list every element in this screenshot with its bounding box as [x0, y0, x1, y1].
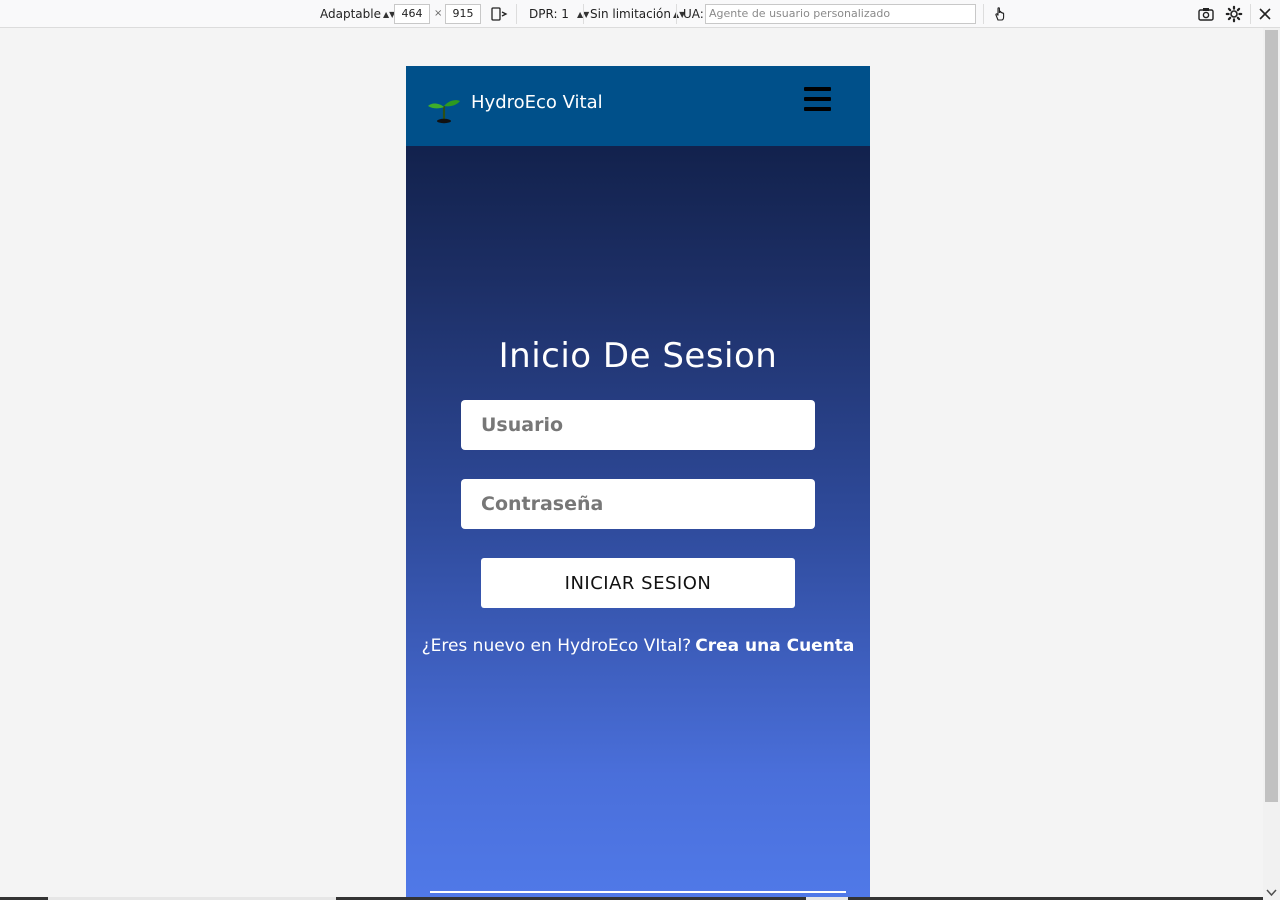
page-title: Inicio De Sesion: [498, 336, 778, 376]
toolbar-divider: [583, 4, 584, 24]
dpr-select[interactable]: DPR: 1▲▼: [529, 0, 589, 28]
signup-prompt-text: ¿Eres nuevo en HydroEco VItal?: [421, 636, 692, 656]
footer-divider: [430, 891, 846, 893]
toolbar-divider: [983, 4, 984, 24]
responsive-design-toolbar: Adaptable▲▼ 464 × 915 DPR: 1▲▼ Sin limit…: [0, 0, 1280, 28]
hamburger-menu-icon[interactable]: [804, 87, 831, 112]
toolbar-divider: [1250, 4, 1251, 24]
signup-prompt-line: ¿Eres nuevo en HydroEco VItal? Crea una C…: [406, 636, 870, 656]
password-input[interactable]: [461, 479, 815, 529]
create-account-link[interactable]: Crea una Cuenta: [695, 636, 854, 656]
device-mode-select[interactable]: Adaptable ▲▼: [320, 0, 395, 28]
user-agent-input[interactable]: Agente de usuario personalizado: [705, 4, 976, 24]
scroll-down-arrow-icon[interactable]: [1266, 887, 1277, 898]
dimension-separator: ×: [434, 8, 443, 19]
rotate-icon[interactable]: [490, 5, 508, 23]
throttle-label: Sin limitación: [590, 7, 671, 21]
device-mode-label: Adaptable: [320, 7, 381, 21]
close-icon[interactable]: [1256, 5, 1274, 23]
sprout-icon: [428, 100, 460, 124]
viewport-height-input[interactable]: 915: [445, 4, 481, 24]
page-scrollbar[interactable]: [1263, 28, 1280, 900]
site-navbar: HydroEco Vital: [406, 66, 870, 146]
dpr-label: DPR: 1: [529, 7, 569, 21]
device-viewport: HydroEco Vital Inicio De Sesion INICIAR …: [406, 66, 870, 900]
network-throttle-select[interactable]: Sin limitación ▲▼: [590, 0, 685, 28]
toolbar-divider: [676, 4, 677, 24]
scrollbar-thumb[interactable]: [1265, 30, 1278, 802]
screenshot-icon[interactable]: [1197, 5, 1215, 23]
brand-name[interactable]: HydroEco Vital: [471, 92, 603, 113]
login-button[interactable]: INICIAR SESION: [481, 558, 795, 608]
toolbar-divider: [516, 4, 517, 24]
settings-icon[interactable]: [1225, 5, 1243, 23]
ua-label: UA:: [683, 7, 704, 21]
touch-icon[interactable]: [991, 5, 1009, 23]
username-input[interactable]: [461, 400, 815, 450]
viewport-width-input[interactable]: 464: [394, 4, 430, 24]
